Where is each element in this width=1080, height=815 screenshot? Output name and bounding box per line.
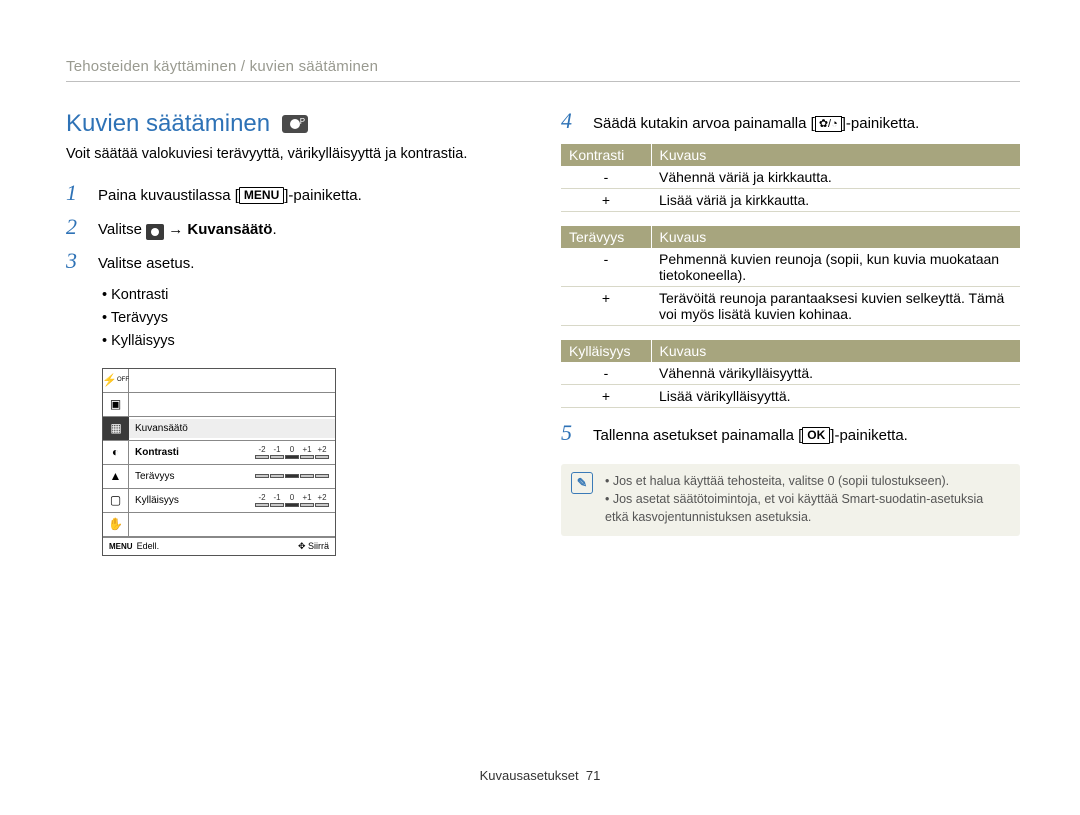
step-text: Valitse → Kuvansäätö. — [98, 216, 277, 240]
note-list: Jos et halua käyttää tehosteita, valitse… — [605, 472, 1008, 526]
bullet-kontrasti: Kontrasti — [102, 284, 525, 307]
step-1: 1 Paina kuvaustilassa [MENU]-painiketta. — [66, 182, 525, 206]
step-text: Valitse asetus. — [98, 250, 194, 274]
mockup-row: ⚡OFF — [103, 369, 335, 393]
macro-timer-icons: ✿/◔ — [815, 116, 842, 132]
mockup-row: ▣ — [103, 393, 335, 417]
mockup-row-teravyys: ▲ Terävyys — [103, 465, 335, 489]
right-column: 4 Säädä kutakin arvoa painamalla [✿/◔]-p… — [561, 110, 1020, 556]
step-number: 4 — [561, 110, 583, 132]
step-number: 1 — [66, 182, 88, 204]
contrast-icon: ◐ — [103, 441, 129, 464]
page-footer: Kuvausasetukset 71 — [0, 768, 1080, 783]
intro-text: Voit säätää valokuviesi terävyyttä, väri… — [66, 146, 525, 162]
program-mode-icon — [282, 115, 308, 133]
flash-off-icon: ⚡OFF — [103, 369, 129, 392]
table-row: +Terävöitä reunoja parantaaksesi kuvien … — [561, 287, 1020, 326]
page-title: Kuvien säätäminen — [66, 110, 525, 138]
ok-key-icon: OK — [802, 427, 830, 444]
table-row: +Lisää väriä ja kirkkautta. — [561, 189, 1020, 212]
left-column: Kuvien säätäminen Voit säätää valokuvies… — [66, 110, 525, 556]
note-box: ✎ Jos et halua käyttää tehosteita, valit… — [561, 464, 1020, 536]
mockup-footer: MENUEdell. ✥ Siirrä — [103, 537, 335, 555]
step-number: 5 — [561, 422, 583, 444]
setting-bullets: Kontrasti Terävyys Kylläisyys — [102, 284, 525, 354]
mockup-row-kontrasti: ◐ Kontrasti -2-10+1+2 — [103, 441, 335, 465]
mockup-header-label: Kuvansäätö — [129, 419, 335, 438]
table-row: +Lisää värikylläisyyttä. — [561, 385, 1020, 408]
mockup-row: ✋ — [103, 513, 335, 537]
menu-key-icon: MENU — [109, 542, 133, 551]
step-number: 2 — [66, 216, 88, 238]
breadcrumb: Tehosteiden käyttäminen / kuvien säätämi… — [66, 58, 1020, 75]
frame-icon: ▢ — [103, 489, 129, 512]
step-3: 3 Valitse asetus. — [66, 250, 525, 274]
hand-icon: ✋ — [103, 513, 129, 536]
top-rule — [66, 81, 1020, 82]
step-4: 4 Säädä kutakin arvoa painamalla [✿/◔]-p… — [561, 110, 1020, 134]
table-row: -Vähennä väriä ja kirkkautta. — [561, 166, 1020, 189]
page-title-text: Kuvien säätäminen — [66, 110, 270, 138]
table-row: -Vähennä värikylläisyyttä. — [561, 362, 1020, 385]
camera-mode-icon — [146, 224, 164, 240]
table-teravyys: TerävyysKuvaus -Pehmennä kuvien reunoja … — [561, 226, 1020, 326]
mockup-header-row: ▦ Kuvansäätö — [103, 417, 335, 441]
sharpness-icon: ▲ — [103, 465, 129, 488]
camera-screen-mockup: ⚡OFF ▣ ▦ Kuvansäätö ◐ Kontrasti -2-10+1+… — [102, 368, 336, 556]
mockup-row-kyllaisyys: ▢ Kylläisyys -2-10+1+2 — [103, 489, 335, 513]
note-icon: ✎ — [571, 472, 593, 494]
step-number: 3 — [66, 250, 88, 272]
step-5: 5 Tallenna asetukset painamalla [OK]-pai… — [561, 422, 1020, 446]
note-item: Jos et halua käyttää tehosteita, valitse… — [605, 472, 1008, 490]
ev-icon: ▣ — [103, 393, 129, 416]
bullet-teravyys: Terävyys — [102, 307, 525, 330]
adjust-icon: ▦ — [103, 417, 129, 440]
table-kontrasti: KontrastiKuvaus -Vähennä väriä ja kirkka… — [561, 144, 1020, 212]
step-text: Säädä kutakin arvoa painamalla [✿/◔]-pai… — [593, 110, 919, 134]
step-text: Tallenna asetukset painamalla [OK]-paini… — [593, 422, 908, 446]
table-row: -Pehmennä kuvien reunoja (sopii, kun kuv… — [561, 248, 1020, 287]
dpad-icon: ✥ — [298, 541, 308, 551]
table-kyllaisyys: KylläisyysKuvaus -Vähennä värikylläisyyt… — [561, 340, 1020, 408]
menu-key-icon: MENU — [239, 187, 284, 204]
bullet-kyllaisyys: Kylläisyys — [102, 330, 525, 353]
step-2: 2 Valitse → Kuvansäätö. — [66, 216, 525, 240]
steps-left: 1 Paina kuvaustilassa [MENU]-painiketta.… — [66, 182, 525, 274]
step-text: Paina kuvaustilassa [MENU]-painiketta. — [98, 182, 362, 206]
note-item: Jos asetat säätötoimintoja, et voi käytt… — [605, 490, 1008, 526]
